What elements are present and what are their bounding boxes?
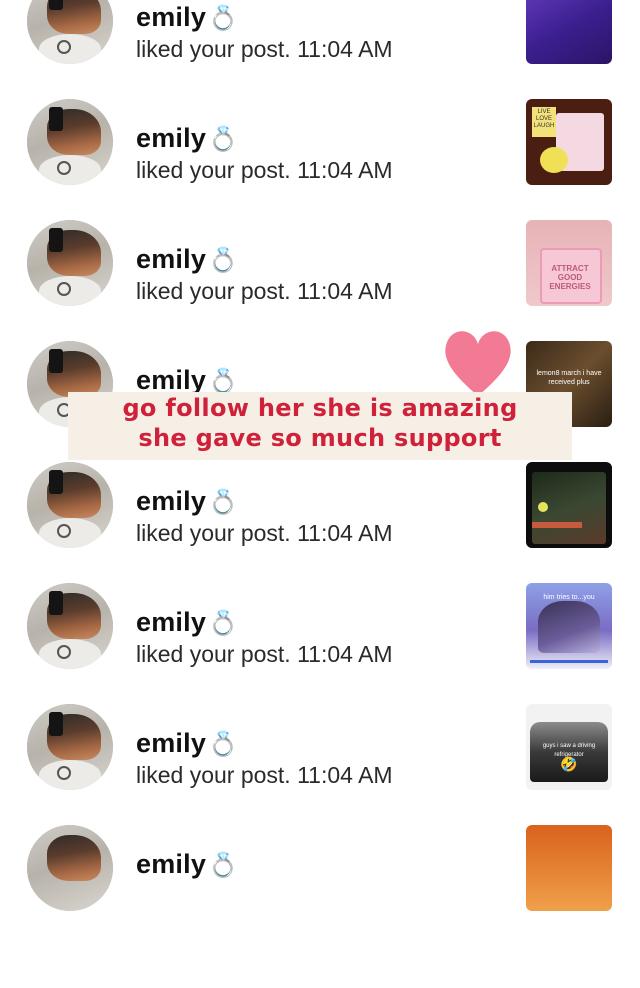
thumb-caption: ATTRACT GOOD ENERGIES <box>549 264 591 291</box>
ring-icon: 💍 <box>208 731 239 758</box>
post-thumbnail[interactable] <box>526 825 612 911</box>
thumb-caption: him tries to...you <box>543 594 595 601</box>
notification-time: 11:04 AM <box>297 157 393 183</box>
username-text[interactable]: emily <box>136 123 206 153</box>
post-thumbnail[interactable] <box>526 462 612 548</box>
notification-text: liked your post. 11:04 AM <box>136 278 393 305</box>
notification-time: 11:04 AM <box>297 762 393 788</box>
avatar-tap <box>57 161 71 175</box>
avatar[interactable] <box>27 704 113 790</box>
ring-icon: 💍 <box>208 610 239 637</box>
heart-sticker-icon <box>445 331 511 396</box>
ring-icon: 💍 <box>208 852 239 879</box>
notification-message: liked your post. <box>136 520 291 546</box>
notification-item[interactable]: emily💍 <box>0 825 640 988</box>
username[interactable]: emily💍 <box>136 244 238 275</box>
post-thumbnail[interactable]: LIVE LOVE LAUGH <box>526 99 612 185</box>
avatar-phone <box>49 0 63 10</box>
notification-message: liked your post. <box>136 641 291 667</box>
username[interactable]: emily💍 <box>136 849 238 880</box>
avatar[interactable] <box>27 220 113 306</box>
avatar-phone <box>49 349 63 373</box>
username[interactable]: emily💍 <box>136 486 238 517</box>
avatar-phone <box>49 470 63 494</box>
username-text[interactable]: emily <box>136 244 206 274</box>
thumb-footer-bar <box>530 660 608 663</box>
ring-icon: 💍 <box>208 489 239 516</box>
avatar[interactable] <box>27 99 113 185</box>
username[interactable]: emily💍 <box>136 728 238 759</box>
notification-message: liked your post. <box>136 36 291 62</box>
ring-icon: 💍 <box>208 5 239 32</box>
avatar[interactable] <box>27 583 113 669</box>
notification-time: 11:04 AM <box>297 520 393 546</box>
notification-message: liked your post. <box>136 762 291 788</box>
post-thumbnail[interactable] <box>526 0 612 64</box>
notification-text: liked your post. 11:04 AM <box>136 520 393 547</box>
avatar-tap <box>57 645 71 659</box>
username-text[interactable]: emily <box>136 849 206 879</box>
username-text[interactable]: emily <box>136 365 206 395</box>
ring-icon: 💍 <box>208 247 239 274</box>
thumb-people <box>538 601 600 653</box>
post-thumbnail[interactable]: him tries to...you <box>526 583 612 669</box>
notification-text: liked your post. 11:04 AM <box>136 157 393 184</box>
caption-overlay: go follow her she is amazing she gave so… <box>68 392 572 460</box>
avatar-tap <box>57 766 71 780</box>
avatar[interactable] <box>27 0 113 64</box>
username[interactable]: emily💍 <box>136 123 238 154</box>
notification-message: liked your post. <box>136 157 291 183</box>
username-text[interactable]: emily <box>136 607 206 637</box>
username[interactable]: emily💍 <box>136 2 238 33</box>
avatar[interactable] <box>27 462 113 548</box>
ring-icon: 💍 <box>208 368 239 395</box>
thumb-flower <box>538 502 548 512</box>
avatar-phone <box>49 107 63 131</box>
overlay-line-1: go follow her she is amazing <box>122 394 518 422</box>
avatar-tap <box>57 40 71 54</box>
avatar-phone <box>49 712 63 736</box>
notification-time: 11:04 AM <box>297 36 393 62</box>
notification-time: 11:04 AM <box>297 641 393 667</box>
notification-time: 11:04 AM <box>297 278 393 304</box>
username-text[interactable]: emily <box>136 728 206 758</box>
avatar-figure <box>47 835 101 881</box>
laughing-emoji-icon: 🤣 <box>560 756 578 772</box>
thumb-caption: lemon8 march i have received plus <box>536 370 602 386</box>
post-thumbnail[interactable]: guys i saw a driving refrigerator 🤣 <box>526 704 612 790</box>
post-thumbnail[interactable]: ATTRACT GOOD ENERGIES <box>526 220 612 306</box>
avatar-tap <box>57 524 71 538</box>
ring-icon: 💍 <box>208 126 239 153</box>
username[interactable]: emily💍 <box>136 607 238 638</box>
notification-message: liked your post. <box>136 278 291 304</box>
username-text[interactable]: emily <box>136 486 206 516</box>
username-text[interactable]: emily <box>136 2 206 32</box>
notification-text: liked your post. 11:04 AM <box>136 762 393 789</box>
thumb-rail <box>532 522 582 528</box>
avatar-tap <box>57 282 71 296</box>
avatar[interactable] <box>27 825 113 911</box>
thumb-lemon <box>540 147 568 173</box>
thumb-caption: LIVE LOVE LAUGH <box>533 109 555 129</box>
avatar-phone <box>49 591 63 615</box>
avatar-phone <box>49 228 63 252</box>
notification-text: liked your post. 11:04 AM <box>136 36 393 63</box>
overlay-line-2: she gave so much support <box>138 424 502 452</box>
notification-text: liked your post. 11:04 AM <box>136 641 393 668</box>
